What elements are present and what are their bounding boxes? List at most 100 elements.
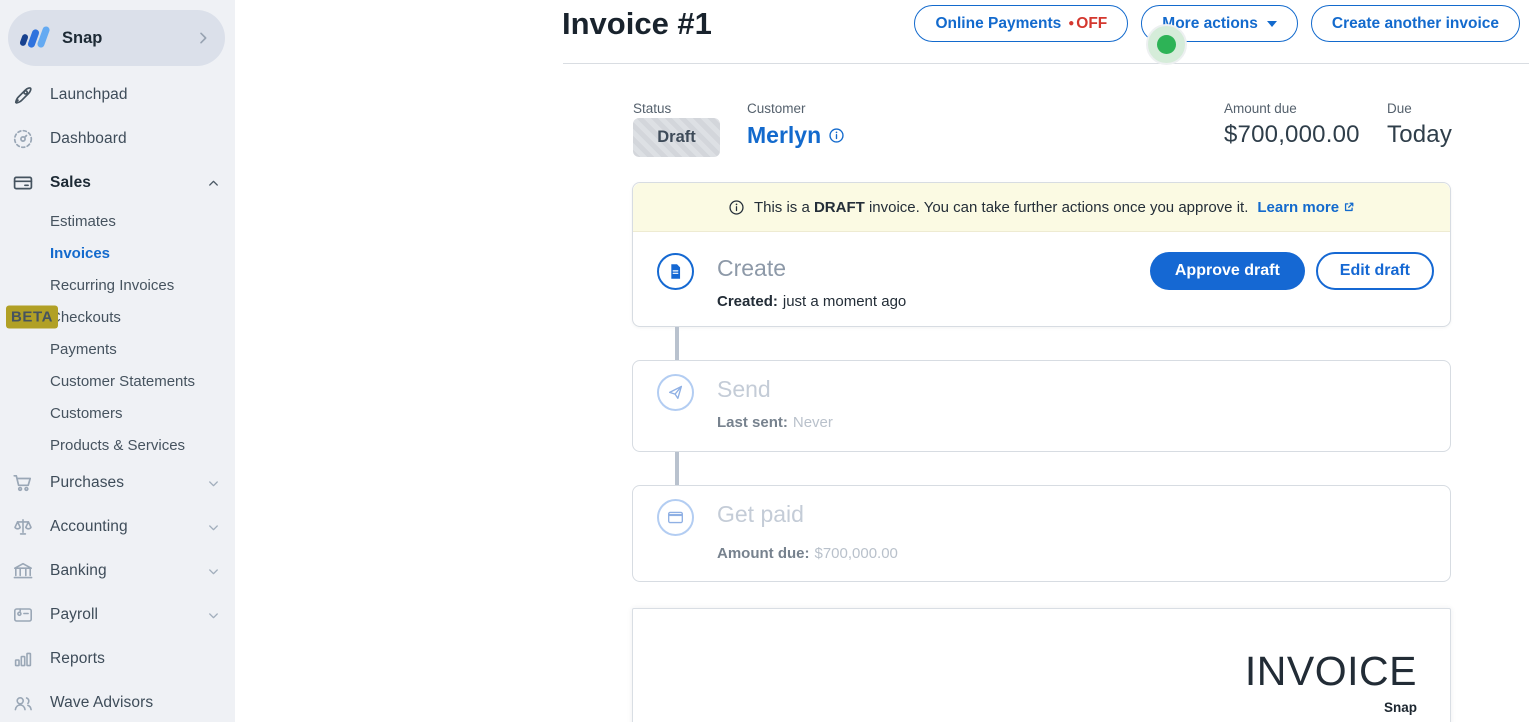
customer-name: Merlyn — [747, 122, 821, 149]
edit-draft-button[interactable]: Edit draft — [1316, 252, 1434, 290]
send-step-body: Send Last sent:Never — [717, 374, 833, 431]
sidebar-item-launchpad[interactable]: Launchpad — [0, 73, 235, 117]
sidebar-item-recurring-invoices[interactable]: Recurring Invoices — [0, 269, 235, 301]
sidebar-item-label: Purchases — [50, 474, 124, 492]
create-step-actions: Approve draft Edit draft — [1150, 252, 1434, 290]
create-step-card: This is a DRAFT invoice. You can take fu… — [632, 182, 1451, 327]
click-indicator — [1146, 24, 1187, 65]
get-paid-step-meta: Amount due:$700,000.00 — [717, 545, 898, 562]
sidebar-subitem-label: Checkouts — [50, 309, 121, 326]
approve-draft-button[interactable]: Approve draft — [1150, 252, 1305, 290]
sidebar-item-label: Dashboard — [50, 130, 127, 148]
amount-due-label: Amount due — [1224, 101, 1297, 116]
sidebar-item-purchases[interactable]: Purchases — [0, 461, 235, 505]
sidebar-item-label: Launchpad — [50, 86, 128, 104]
caret-down-icon — [1267, 21, 1277, 27]
sidebar-item-customers[interactable]: Customers — [0, 397, 235, 429]
sidebar-item-label: Reports — [50, 650, 105, 668]
sidebar-item-dashboard[interactable]: Dashboard — [0, 117, 235, 161]
send-step-row: Send Last sent:Never — [633, 361, 1450, 431]
external-link-icon — [1343, 201, 1355, 213]
chevron-down-icon[interactable] — [206, 520, 221, 535]
sidebar: Snap Launchpad Dashboard Sales — [0, 0, 235, 722]
online-payments-label: Online Payments — [935, 15, 1061, 33]
send-step-title: Send — [717, 376, 833, 403]
invoice-preview-company: Snap — [633, 700, 1417, 715]
workspace-switcher[interactable]: Snap — [8, 10, 225, 66]
get-paid-step-row: Get paid Amount due:$700,000.00 — [633, 486, 1450, 562]
beta-badge: BETA — [6, 306, 58, 329]
rocket-icon — [10, 83, 36, 107]
get-paid-step-title: Get paid — [717, 501, 898, 528]
id-card-icon — [10, 603, 36, 627]
bank-icon — [10, 559, 36, 583]
due-value: Today — [1387, 121, 1452, 149]
chevron-down-icon[interactable] — [206, 608, 221, 623]
gauge-icon — [10, 127, 36, 151]
sidebar-item-products-services[interactable]: Products & Services — [0, 429, 235, 461]
main-content: Invoice #1 Online Payments ●OFF More act… — [235, 0, 1529, 722]
create-step-row: Create Created:just a moment ago Approve… — [633, 232, 1450, 310]
sidebar-item-checkouts[interactable]: BETA Checkouts — [0, 301, 235, 333]
chevron-down-icon[interactable] — [206, 476, 221, 491]
sidebar-item-sales[interactable]: Sales — [0, 161, 235, 205]
chevron-up-icon[interactable] — [206, 176, 221, 191]
online-payments-button[interactable]: Online Payments ●OFF — [914, 5, 1128, 42]
sidebar-item-customer-statements[interactable]: Customer Statements — [0, 365, 235, 397]
info-icon — [728, 199, 745, 216]
sidebar-item-reports[interactable]: Reports — [0, 637, 235, 681]
sidebar-subitem-label: Products & Services — [50, 437, 185, 454]
sidebar-subitem-label: Customers — [50, 405, 123, 422]
wave-logo-icon — [20, 23, 52, 53]
sidebar-item-payroll[interactable]: Payroll — [0, 593, 235, 637]
sidebar-item-label: Sales — [50, 174, 91, 192]
click-dot-icon — [1157, 35, 1176, 54]
workspace-name: Snap — [62, 29, 195, 48]
sidebar-subitem-label: Invoices — [50, 245, 110, 262]
amount-due-value: $700,000.00 — [1224, 121, 1360, 149]
sidebar-item-label: Wave Advisors — [50, 694, 153, 712]
workflow-connector — [675, 452, 679, 485]
online-payments-status: ●OFF — [1068, 15, 1107, 33]
send-step-meta: Last sent:Never — [717, 414, 833, 431]
sidebar-item-accounting[interactable]: Accounting — [0, 505, 235, 549]
bar-chart-icon — [10, 647, 36, 671]
status-dot-icon: ● — [1068, 19, 1074, 29]
due-label: Due — [1387, 101, 1412, 116]
header-divider — [563, 63, 1529, 64]
sidebar-item-invoices[interactable]: Invoices — [0, 237, 235, 269]
chevron-down-icon[interactable] — [206, 564, 221, 579]
create-step-meta: Created:just a moment ago — [717, 293, 906, 310]
get-paid-step-card: Get paid Amount due:$700,000.00 — [632, 485, 1451, 582]
status-badge: Draft — [633, 118, 720, 157]
customer-label: Customer — [747, 101, 806, 116]
chevron-right-icon — [195, 30, 211, 46]
sidebar-item-label: Payroll — [50, 606, 98, 624]
sidebar-subitem-label: Customer Statements — [50, 373, 195, 390]
header-actions: Online Payments ●OFF More actions Create… — [914, 5, 1520, 42]
create-another-invoice-label: Create another invoice — [1332, 15, 1499, 33]
sidebar-subitem-label: Estimates — [50, 213, 116, 230]
sidebar-item-wave-advisors[interactable]: Wave Advisors — [0, 681, 235, 722]
create-another-invoice-button[interactable]: Create another invoice — [1311, 5, 1520, 42]
info-icon[interactable] — [828, 127, 845, 144]
invoice-preview-title: INVOICE — [633, 648, 1417, 695]
create-step-body: Create Created:just a moment ago — [717, 253, 906, 310]
learn-more-link[interactable]: Learn more — [1257, 199, 1355, 216]
sidebar-subitem-label: Payments — [50, 341, 117, 358]
draft-info-banner: This is a DRAFT invoice. You can take fu… — [633, 183, 1450, 232]
customer-link[interactable]: Merlyn — [747, 122, 845, 149]
sidebar-item-payments[interactable]: Payments — [0, 333, 235, 365]
sidebar-nav: Launchpad Dashboard Sales Estimates Invo… — [0, 73, 235, 722]
sidebar-item-banking[interactable]: Banking — [0, 549, 235, 593]
get-paid-step-body: Get paid Amount due:$700,000.00 — [717, 499, 898, 562]
sidebar-item-label: Accounting — [50, 518, 128, 536]
status-label: Status — [633, 101, 671, 116]
workflow-connector — [675, 327, 679, 360]
invoice-preview-card[interactable]: INVOICE Snap — [632, 608, 1451, 722]
banner-text: This is a DRAFT invoice. You can take fu… — [754, 199, 1248, 216]
sidebar-item-estimates[interactable]: Estimates — [0, 205, 235, 237]
credit-card-icon — [657, 499, 694, 536]
people-icon — [10, 691, 36, 715]
cart-icon — [10, 471, 36, 495]
